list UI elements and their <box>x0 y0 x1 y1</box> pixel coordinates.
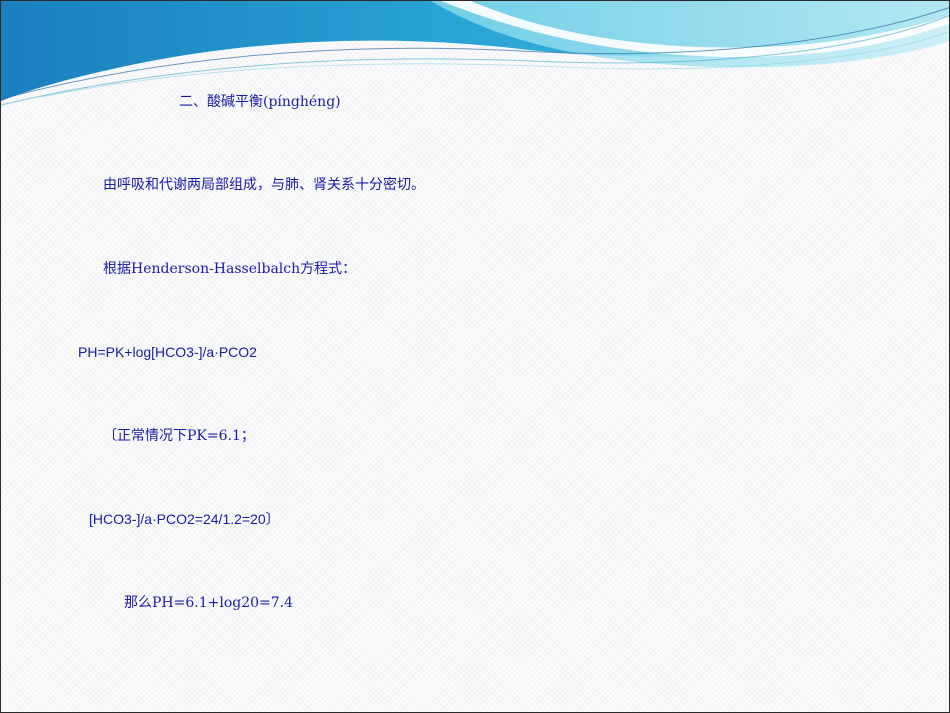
text-line-equation-intro: 根据Henderson-Hasselbalch方程式： <box>103 261 357 277</box>
text-line-description: 由呼吸和代谢两局部组成，与肺、肾关系十分密切。 <box>103 177 425 193</box>
section-heading: 二、酸碱平衡(pínghéng) <box>179 94 341 110</box>
text-line-normal-pk: 〔正常情况下PK=6.1； <box>103 428 255 444</box>
slide: 二、酸碱平衡(pínghéng) 由呼吸和代谢两局部组成，与肺、肾关系十分密切。… <box>0 0 950 713</box>
text-line-equation: PH=PK+log[HCO3-]/a·PCO2 <box>78 344 257 360</box>
text-line-ratio: [HCO3-]/a·PCO2=24/1.2=20〕 <box>89 511 280 527</box>
text-line-ph-result: 那么PH=6.1+log20=7.4 <box>124 595 294 611</box>
header-wave-decoration <box>1 1 949 106</box>
